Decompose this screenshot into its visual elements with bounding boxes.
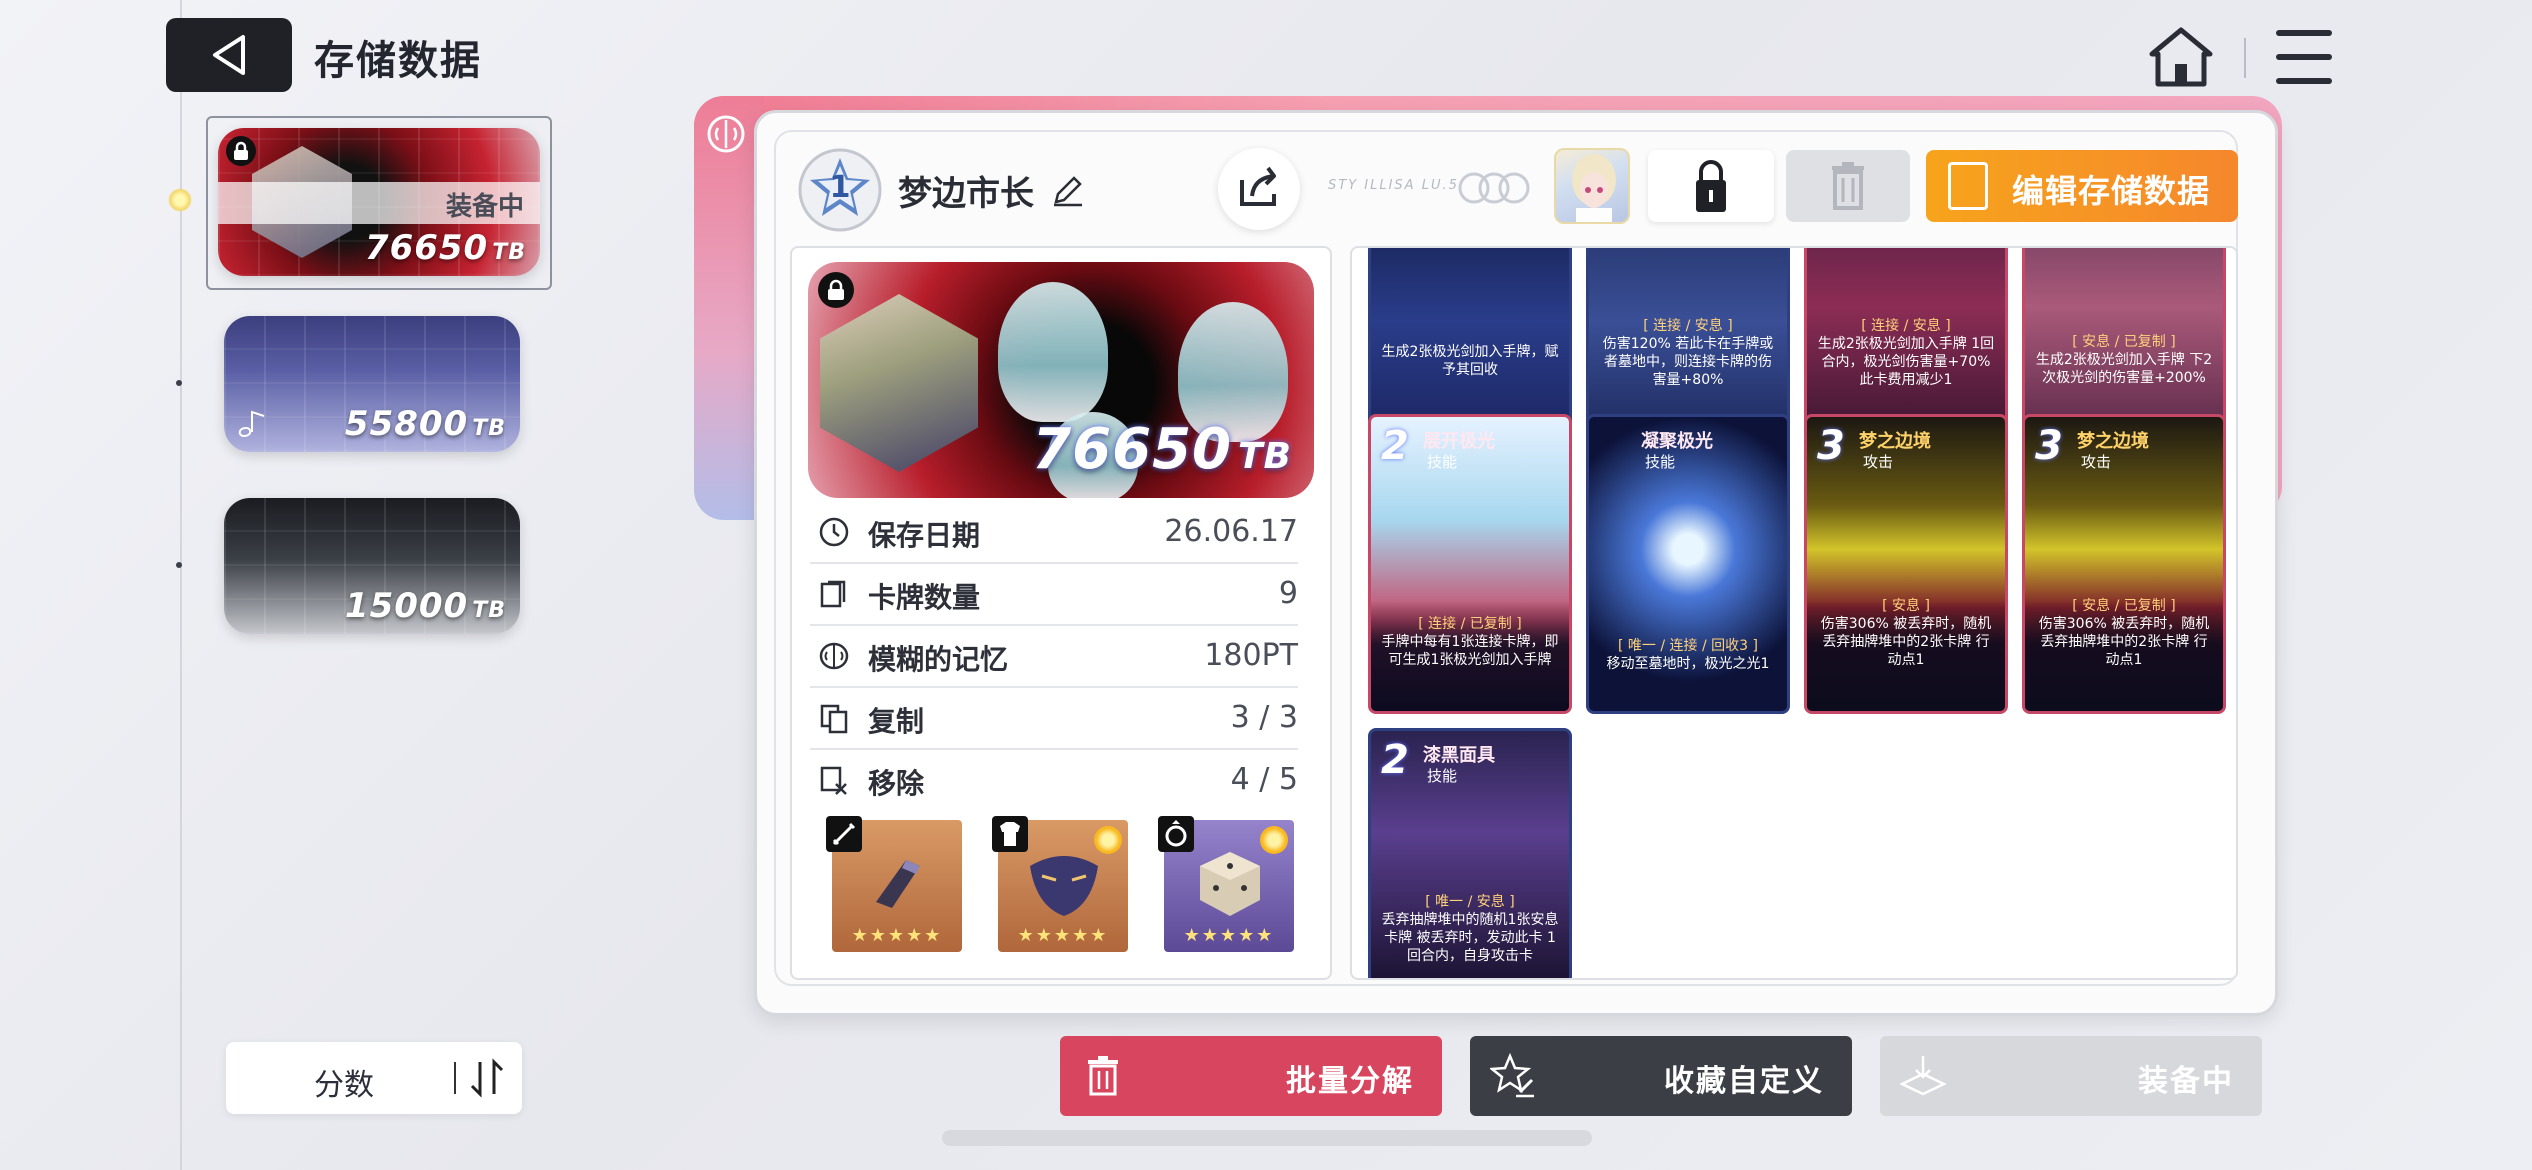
rail-dot	[176, 380, 182, 386]
edit-save-data-button[interactable]: 编辑存储数据	[1926, 150, 2238, 222]
slot-value: 55800 TB	[344, 404, 506, 444]
mask-item	[1030, 856, 1098, 916]
character-portrait	[820, 294, 978, 472]
card[interactable]: 3 梦之边境 攻击 [ 安息 ] 伤害306% 被丢弃时，随机丢弃抽牌堆中的2张…	[1804, 414, 2008, 714]
rings-decoration-icon	[1458, 172, 1530, 204]
brain-icon	[819, 642, 849, 670]
save-hero-banner: 76650 TB	[808, 262, 1314, 498]
batch-decompose-button[interactable]: 批量分解	[1060, 1036, 1442, 1116]
slot-value: 76650 TB	[364, 228, 526, 268]
menu-bar	[2276, 30, 2332, 36]
player-name: 梦边市长	[898, 174, 1034, 214]
menu-button[interactable]	[2276, 30, 2332, 84]
remove-icon	[820, 766, 847, 795]
stat-row-save-date: 保存日期 26.06.17	[810, 502, 1298, 564]
card[interactable]: 2 展开极光 技能 [ 连接 / 已复制 ] 手牌中每有1张连接卡牌，即可生成1…	[1368, 414, 1572, 714]
stat-row-remove: 移除 4 / 5	[810, 750, 1298, 812]
card[interactable]: [ 安息 / 已复制 ] 生成2张极光剑加入手牌 下2次极光剑的伤害量+200%	[2022, 248, 2226, 442]
lock-icon	[1696, 160, 1726, 212]
left-rail-line	[180, 0, 182, 1170]
custom-collection-button[interactable]: 收藏自定义	[1470, 1036, 1852, 1116]
save-slot-3[interactable]: 15000 TB	[224, 498, 520, 634]
lock-button[interactable]	[1648, 150, 1774, 222]
lock-icon	[226, 136, 256, 166]
character-avatar[interactable]	[1554, 148, 1630, 224]
serial-code: STY ILLISA LU.5	[1328, 178, 1459, 193]
stat-row-copy: 复制 3 / 3	[810, 688, 1298, 750]
card[interactable]: [ 连接 / 安息 ] 伤害120% 若此卡在手牌或者墓地中，则连接卡牌的伤害量…	[1586, 248, 1790, 442]
selection-glow	[168, 188, 192, 212]
clock-icon	[819, 517, 849, 547]
level-number: 1	[829, 170, 851, 205]
header-divider	[2244, 38, 2246, 78]
menu-bar	[2276, 54, 2332, 60]
equipment-slot-weapon[interactable]: ★★★★★	[826, 816, 962, 952]
card[interactable]: 生成2张极光剑加入手牌，赋予其回收	[1368, 248, 1572, 442]
edit-pencil-icon[interactable]	[1050, 172, 1086, 208]
save-slot-2[interactable]: 55800 TB	[224, 316, 520, 452]
card[interactable]: [ 连接 / 安息 ] 生成2张极光剑加入手牌 1回合内，极光剑伤害量+70% …	[1804, 248, 2008, 442]
sort-order-icon[interactable]	[466, 1056, 510, 1100]
card[interactable]: 3 梦之边境 攻击 [ 安息 / 已复制 ] 伤害306% 被丢弃时，随机丢弃抽…	[2022, 414, 2226, 714]
back-triangle-icon	[213, 35, 245, 75]
trash-icon	[1832, 162, 1864, 210]
sword-icon	[826, 816, 862, 852]
menu-bar	[2276, 78, 2332, 84]
lock-icon	[818, 272, 854, 308]
brain-icon	[707, 115, 745, 153]
home-icon	[2149, 27, 2213, 87]
card[interactable]: 2 漆黑面具 技能 [ 唯一 / 安息 ] 丢弃抽牌堆中的随机1张安息卡牌 被丢…	[1368, 728, 1572, 978]
equipped-button[interactable]: 装备中	[1880, 1036, 2262, 1116]
cards-icon	[820, 580, 846, 608]
equip-icon	[1900, 1056, 1946, 1096]
rail-dot	[176, 562, 182, 568]
edit-card-icon	[1948, 162, 1988, 210]
ring-icon	[1158, 816, 1194, 852]
save-score: 76650 TB	[1032, 417, 1292, 482]
dice-item	[1200, 852, 1260, 916]
equipment-slot-armor[interactable]: ★★★★★	[992, 816, 1128, 952]
equipment-slot-accessory[interactable]: ★★★★★	[1158, 816, 1294, 952]
music-note-icon	[238, 410, 265, 438]
save-slot-1[interactable]: 装备中 76650 TB	[218, 128, 540, 276]
stat-row-memory: 模糊的记忆 180PT	[810, 626, 1298, 688]
gauntlet-item	[876, 860, 920, 908]
home-button[interactable]	[2148, 24, 2214, 90]
delete-button[interactable]	[1786, 150, 1910, 222]
slot-value: 15000 TB	[344, 586, 506, 626]
share-icon	[1240, 166, 1276, 206]
page-title: 存储数据	[314, 38, 482, 84]
sort-control[interactable]: 分数	[226, 1042, 522, 1114]
card[interactable]: 凝聚极光 技能 [ 唯一 / 连接 / 回收3 ] 移动至墓地时，极光之光1	[1586, 414, 1790, 714]
copy-icon	[820, 704, 848, 734]
back-button[interactable]	[166, 18, 292, 92]
star-edit-icon	[1490, 1052, 1534, 1098]
equipped-label: 装备中	[445, 192, 524, 222]
share-button[interactable]	[1218, 148, 1300, 230]
trash-icon	[1088, 1056, 1118, 1096]
card-list[interactable]: 生成2张极光剑加入手牌，赋予其回收 [ 连接 / 安息 ] 伤害120% 若此卡…	[1350, 246, 2238, 980]
stat-row-card-count: 卡牌数量 9	[810, 564, 1298, 626]
sort-label: 分数	[314, 1068, 374, 1103]
horizontal-scrollbar[interactable]	[942, 1130, 1592, 1146]
